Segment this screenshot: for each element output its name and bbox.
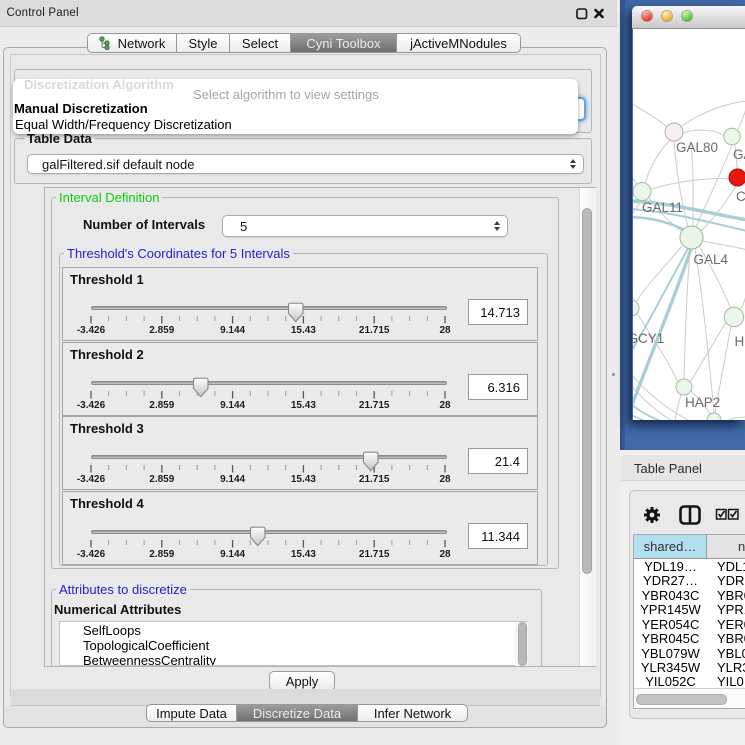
svg-text:CA: CA <box>736 189 745 204</box>
svg-text:HAP2: HAP2 <box>685 395 720 410</box>
svg-text:HI: HI <box>735 334 745 349</box>
svg-text:GA: GA <box>733 147 745 162</box>
svg-text:GCY1: GCY1 <box>633 331 664 346</box>
svg-text:GAL80: GAL80 <box>676 140 718 155</box>
svg-text:GAL11: GAL11 <box>642 200 683 215</box>
svg-text:GAL4: GAL4 <box>694 252 729 267</box>
